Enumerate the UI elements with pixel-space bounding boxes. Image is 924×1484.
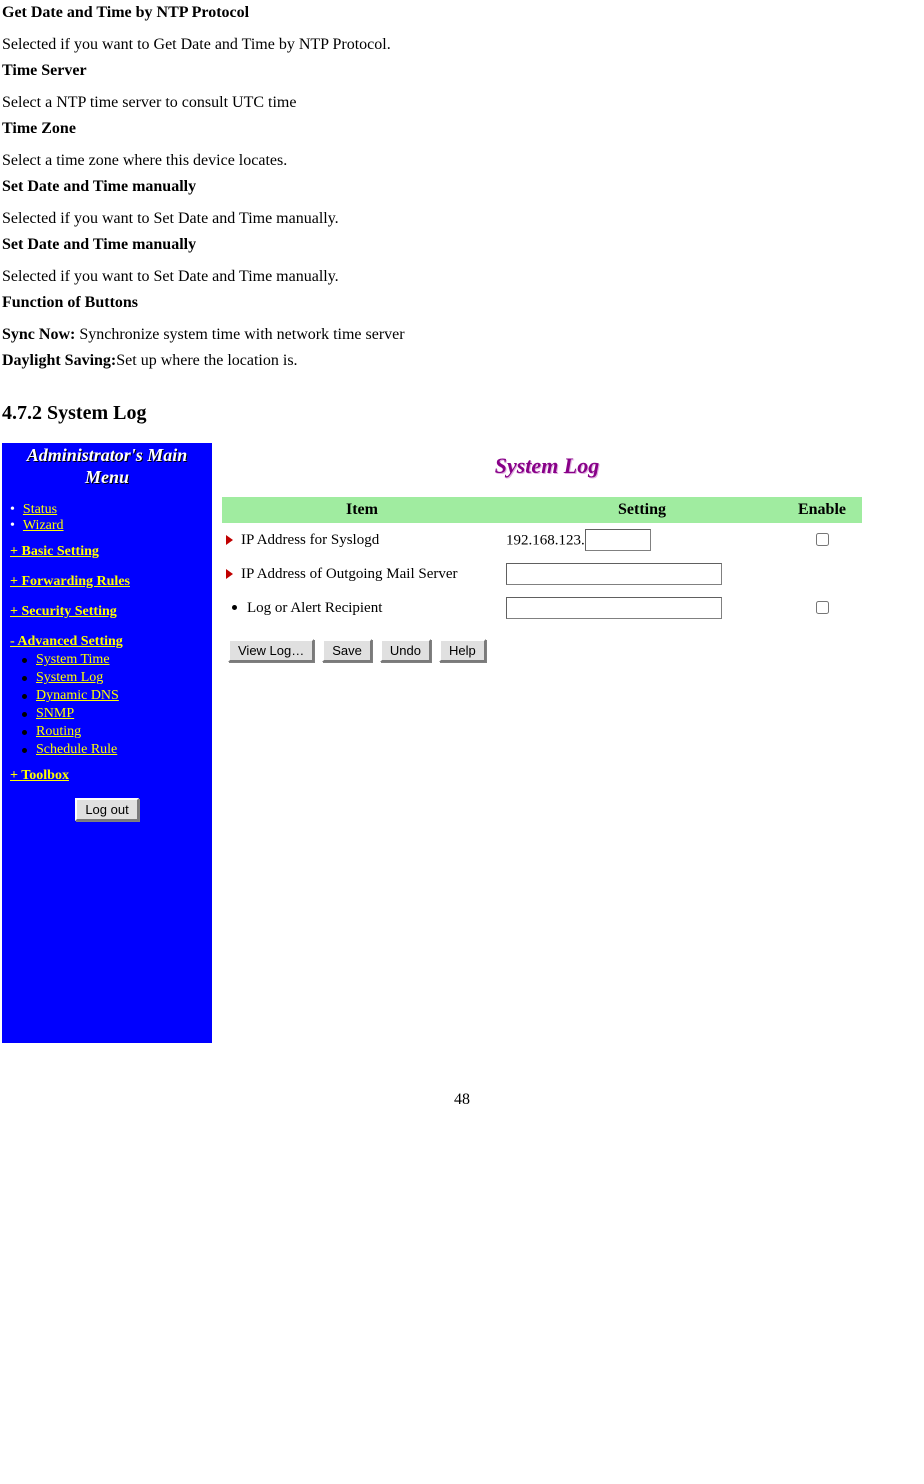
arrow-icon (226, 532, 241, 548)
sidebar-sub-system-log[interactable]: System Log (36, 670, 103, 685)
sidebar: Administrator's Main Menu Status Wizard … (2, 443, 212, 1043)
sidebar-title-line2: Menu (85, 467, 129, 487)
save-button[interactable]: Save (322, 639, 372, 662)
label-sync-now: Sync Now: (2, 326, 79, 343)
th-item: Item (222, 497, 502, 523)
sidebar-link-status[interactable]: Status (23, 502, 57, 517)
para-set-manual-2: Selected if you want to Set Date and Tim… (2, 268, 922, 286)
sidebar-sub-routing[interactable]: Routing (36, 724, 81, 739)
content-title: System Log (222, 453, 872, 479)
para-set-manual-1: Selected if you want to Set Date and Tim… (2, 210, 922, 228)
enable-syslogd-checkbox[interactable] (816, 533, 829, 546)
table-row: IP Address of Outgoing Mail Server (222, 557, 862, 591)
para-ntp: Selected if you want to Get Date and Tim… (2, 36, 922, 54)
logout-button[interactable]: Log out (75, 798, 138, 821)
heading-set-manual-1: Set Date and Time manually (2, 178, 922, 196)
table-row: Log or Alert Recipient (222, 591, 862, 625)
sidebar-group-security[interactable]: + Security Setting (10, 604, 212, 620)
para-time-server: Select a NTP time server to consult UTC … (2, 94, 922, 112)
sidebar-sub-snmp[interactable]: SNMP (36, 706, 74, 721)
mail-server-input[interactable] (506, 563, 722, 585)
sidebar-link-wizard[interactable]: Wizard (23, 518, 64, 533)
table-row: IP Address for Syslogd 192.168.123. (222, 523, 862, 557)
heading-function-buttons: Function of Buttons (2, 294, 922, 312)
router-ui-screenshot: Administrator's Main Menu Status Wizard … (2, 443, 872, 1043)
sidebar-sub-system-time[interactable]: System Time (36, 652, 110, 667)
page-number: 48 (2, 1043, 922, 1119)
sidebar-group-forwarding[interactable]: + Forwarding Rules (10, 574, 212, 590)
heading-ntp: Get Date and Time by NTP Protocol (2, 4, 922, 22)
sidebar-group-basic[interactable]: + Basic Setting (10, 544, 212, 560)
system-log-table: Item Setting Enable IP Address for Syslo… (222, 497, 862, 625)
button-row: View Log… Save Undo Help (228, 639, 872, 662)
sidebar-title-line1: Administrator's Main (27, 445, 188, 465)
label-recipient: Log or Alert Recipient (247, 600, 382, 616)
th-setting: Setting (502, 497, 782, 523)
text-dst: Set up where the location is. (116, 352, 297, 369)
section-heading-system-log: 4.7.2 System Log (2, 402, 922, 425)
ip-syslogd-input[interactable] (585, 529, 651, 551)
heading-time-server: Time Server (2, 62, 922, 80)
content-pane: System Log Item Setting Enable IP Addres… (212, 443, 872, 1043)
sidebar-sub-dynamic-dns[interactable]: Dynamic DNS (36, 688, 119, 703)
heading-time-zone: Time Zone (2, 120, 922, 138)
help-button[interactable]: Help (439, 639, 486, 662)
label-dst: Daylight Saving: (2, 352, 116, 369)
undo-button[interactable]: Undo (380, 639, 431, 662)
sidebar-title: Administrator's Main Menu (2, 445, 212, 496)
sidebar-group-advanced[interactable]: - Advanced Setting (10, 634, 212, 650)
text-sync-now: Synchronize system time with network tim… (79, 326, 404, 343)
th-enable: Enable (782, 497, 862, 523)
para-time-zone: Select a time zone where this device loc… (2, 152, 922, 170)
para-dst: Daylight Saving:Set up where the locatio… (2, 352, 922, 370)
recipient-input[interactable] (506, 597, 722, 619)
heading-set-manual-2: Set Date and Time manually (2, 236, 922, 254)
label-mail-server: IP Address of Outgoing Mail Server (241, 566, 458, 582)
view-log-button[interactable]: View Log… (228, 639, 314, 662)
ip-prefix: 192.168.123. (506, 533, 585, 549)
bullet-icon (226, 600, 247, 616)
sidebar-group-toolbox[interactable]: + Toolbox (10, 768, 212, 784)
para-sync-now: Sync Now: Synchronize system time with n… (2, 326, 922, 344)
enable-recipient-checkbox[interactable] (816, 601, 829, 614)
sidebar-sub-schedule-rule[interactable]: Schedule Rule (36, 742, 117, 757)
arrow-icon (226, 566, 241, 582)
label-ip-syslogd: IP Address for Syslogd (241, 532, 379, 548)
